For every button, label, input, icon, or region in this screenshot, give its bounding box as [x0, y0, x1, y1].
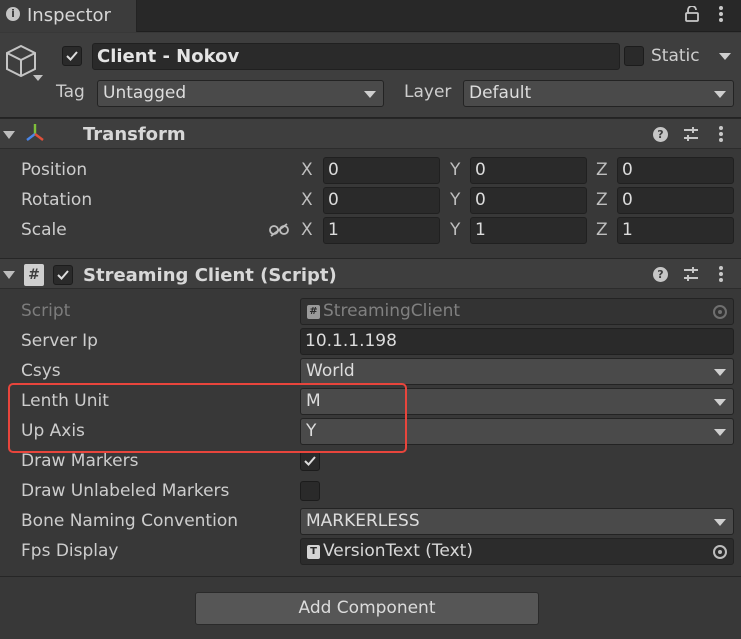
layer-label: Layer	[404, 82, 452, 102]
tag-label: Tag	[56, 82, 85, 102]
script-file-icon: #	[307, 305, 320, 319]
rotation-x-field[interactable]: 0	[323, 187, 440, 214]
axis-z-label[interactable]: Z	[596, 190, 608, 210]
transform-foldout-icon[interactable]	[3, 131, 15, 139]
icon-dropdown-arrow-icon[interactable]	[33, 75, 43, 81]
axis-x-label[interactable]: X	[301, 160, 313, 180]
position-label: Position	[21, 160, 88, 180]
object-name-field[interactable]: Client - Nokov	[92, 43, 620, 70]
csys-label: Csys	[21, 361, 61, 381]
help-icon[interactable]: ?	[653, 267, 668, 282]
chevron-down-icon	[714, 399, 726, 406]
streaming-menu-icon[interactable]	[715, 266, 727, 284]
position-x-field[interactable]: 0	[323, 157, 440, 184]
script-hash-icon: #	[24, 264, 44, 286]
chevron-down-icon	[714, 429, 726, 436]
lock-icon[interactable]	[685, 5, 699, 22]
scale-label: Scale	[21, 220, 67, 240]
draw-unlabeled-markers-checkbox[interactable]	[300, 481, 320, 501]
script-label: Script	[21, 301, 71, 321]
position-z-field[interactable]: 0	[617, 157, 734, 184]
server-ip-field[interactable]: 10.1.1.198	[300, 328, 734, 355]
streaming-client-title: Streaming Client (Script)	[83, 265, 337, 286]
scale-z-field[interactable]: 1	[617, 217, 734, 244]
components-divider	[0, 576, 741, 577]
draw-unlabeled-markers-label: Draw Unlabeled Markers	[21, 481, 230, 501]
fps-display-field[interactable]: T VersionText (Text)	[300, 538, 734, 565]
rotation-y-field[interactable]: 0	[470, 187, 587, 214]
static-label: Static	[651, 46, 700, 66]
axis-z-label[interactable]: Z	[596, 160, 608, 180]
active-checkbox[interactable]	[62, 46, 82, 66]
object-picker-icon[interactable]	[713, 545, 727, 559]
add-component-button[interactable]: Add Component	[195, 592, 539, 625]
info-icon: i	[6, 7, 20, 21]
tag-value: Untagged	[103, 83, 187, 103]
draw-markers-label: Draw Markers	[21, 451, 139, 471]
script-field: # StreamingClient	[300, 298, 734, 325]
rotation-label: Rotation	[21, 190, 93, 210]
streaming-foldout-icon[interactable]	[3, 271, 15, 279]
static-checkbox[interactable]	[624, 46, 644, 66]
csys-value: World	[306, 361, 355, 381]
gameobject-cube-icon[interactable]	[4, 43, 38, 79]
draw-markers-checkbox[interactable]	[300, 451, 320, 471]
chevron-down-icon	[714, 91, 726, 98]
transform-axes-icon	[24, 122, 46, 144]
layer-value: Default	[469, 83, 532, 103]
position-y-field[interactable]: 0	[470, 157, 587, 184]
help-icon[interactable]: ?	[653, 127, 668, 142]
transform-title: Transform	[83, 124, 186, 145]
axis-z-label[interactable]: Z	[596, 220, 608, 240]
presets-icon[interactable]	[682, 125, 700, 143]
bone-naming-label: Bone Naming Convention	[21, 511, 238, 531]
rotation-z-field[interactable]: 0	[617, 187, 734, 214]
axis-y-label[interactable]: Y	[450, 190, 460, 210]
scale-x-field[interactable]: 1	[323, 217, 440, 244]
tag-dropdown[interactable]: Untagged	[97, 80, 384, 107]
highlight-annotation	[8, 383, 407, 453]
bone-naming-value: MARKERLESS	[306, 511, 420, 531]
layer-dropdown[interactable]: Default	[463, 80, 734, 107]
chevron-down-icon	[714, 519, 726, 526]
tab-inspector[interactable]: i Inspector	[0, 0, 137, 32]
axis-x-label[interactable]: X	[301, 220, 313, 240]
text-component-icon: T	[307, 545, 320, 559]
script-value: StreamingClient	[323, 301, 461, 321]
transform-menu-icon[interactable]	[715, 126, 727, 144]
tab-label: Inspector	[27, 5, 111, 26]
static-dropdown-icon[interactable]	[719, 53, 731, 60]
axis-x-label[interactable]: X	[301, 190, 313, 210]
chevron-down-icon	[714, 369, 726, 376]
axis-y-label[interactable]: Y	[450, 220, 460, 240]
server-ip-label: Server Ip	[21, 331, 98, 351]
presets-icon[interactable]	[682, 265, 700, 283]
scale-y-field[interactable]: 1	[470, 217, 587, 244]
csys-dropdown[interactable]: World	[300, 358, 734, 385]
fps-display-label: Fps Display	[21, 541, 119, 561]
chevron-down-icon	[364, 91, 376, 98]
axis-y-label[interactable]: Y	[450, 160, 460, 180]
constrain-proportions-icon[interactable]	[268, 222, 290, 238]
script-enabled-checkbox[interactable]	[53, 265, 73, 285]
bone-naming-dropdown[interactable]: MARKERLESS	[300, 508, 734, 535]
object-picker-icon	[713, 305, 727, 319]
fps-display-value: VersionText (Text)	[323, 541, 473, 561]
tab-menu-icon[interactable]	[715, 6, 727, 24]
